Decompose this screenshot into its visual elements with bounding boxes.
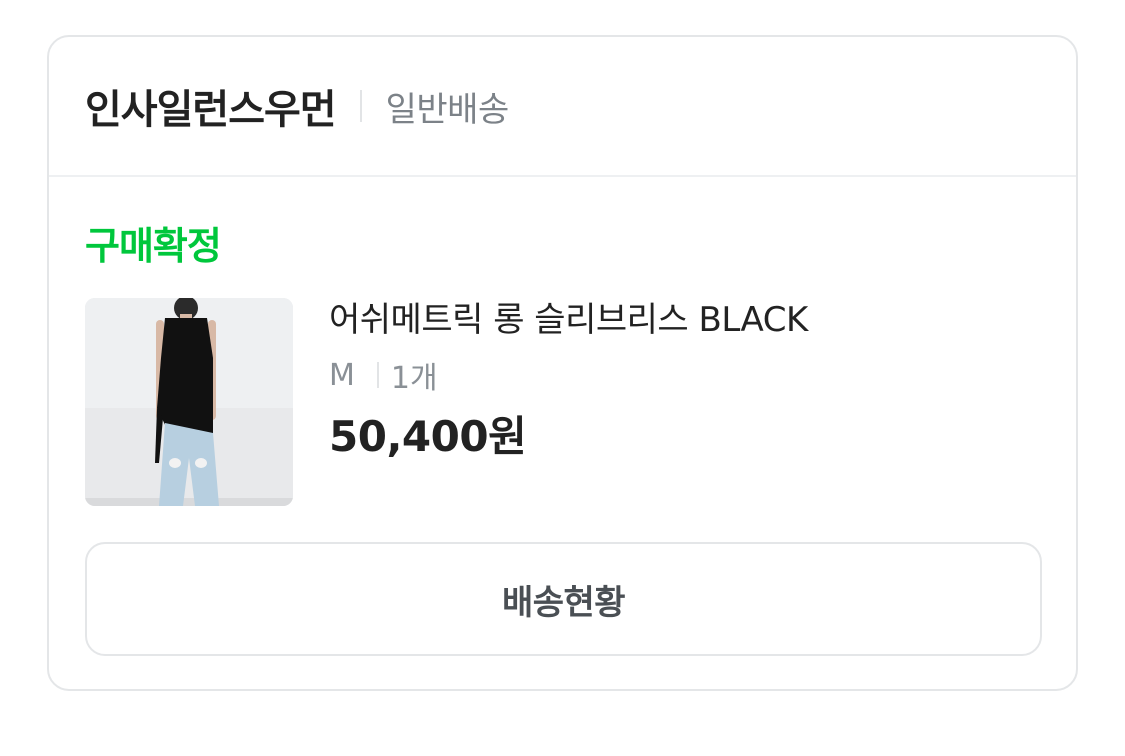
product-quantity: 1개 [390,361,438,396]
delivery-status-button[interactable]: 배송현황 [85,542,1042,656]
product-image[interactable] [85,298,293,506]
product-info: 어쉬메트릭 롱 슬리브리스 BLACK M 1개 50,400원 [329,295,808,467]
option-divider [376,362,379,388]
seller-name[interactable]: 인사일런스우먼 [85,77,337,135]
card-header: 인사일런스우먼 일반배송 [49,37,1076,177]
product-photo-icon [85,298,293,506]
header-divider [359,90,362,122]
product-option-size: M [329,357,355,393]
product-name[interactable]: 어쉬메트릭 롱 슬리브리스 BLACK [329,295,808,345]
product-price: 50,400원 [329,412,527,461]
shipping-type-label: 일반배송 [385,89,510,130]
product-option-row: M 1개 [329,353,808,397]
order-status: 구매확정 [85,224,222,268]
order-card: 인사일런스우먼 일반배송 구매확정 어쉬메트릭 롱 슬리브리스 BLACK M … [47,35,1078,691]
